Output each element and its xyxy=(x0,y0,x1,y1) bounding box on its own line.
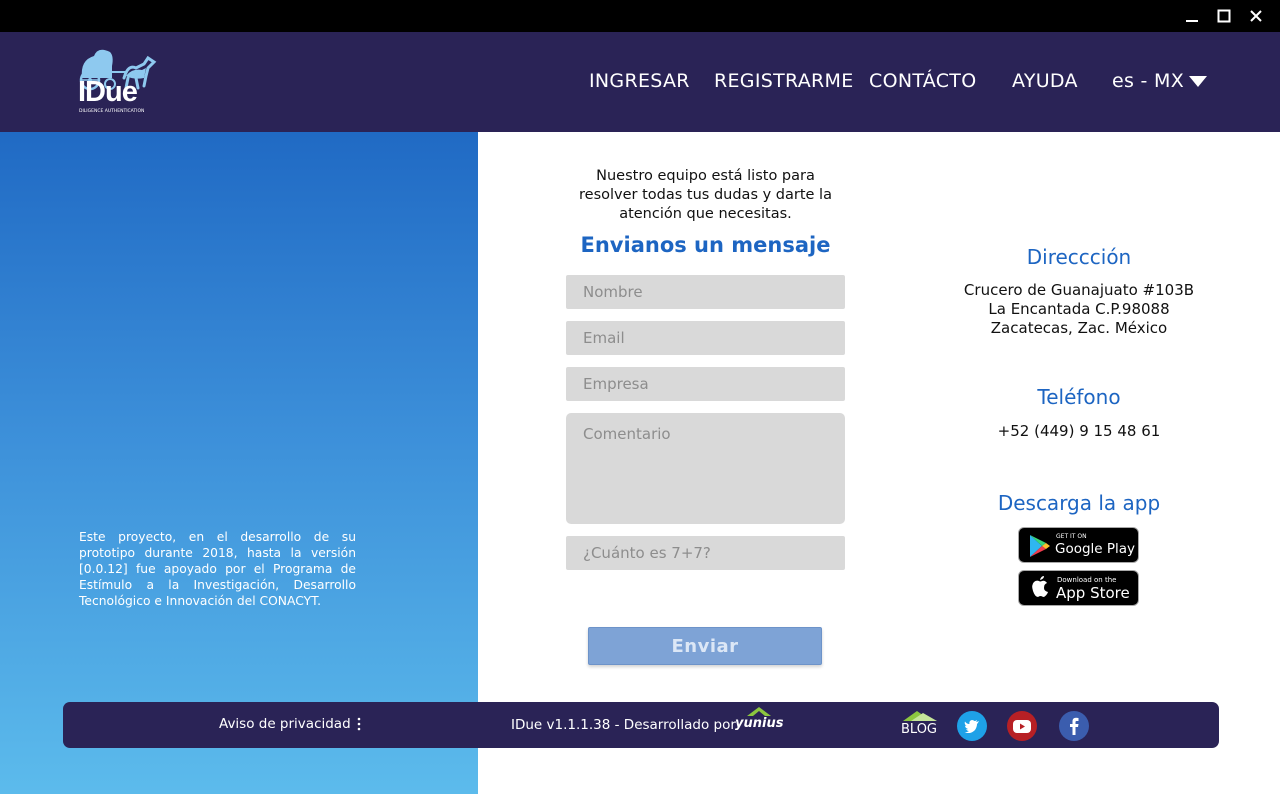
blog-icon xyxy=(903,711,937,721)
google-play-big: Google Play xyxy=(1055,541,1136,557)
blog-link[interactable]: BLOG xyxy=(899,708,941,744)
twitter-icon[interactable] xyxy=(957,711,987,741)
logo-tagline: DILIGENCE AUTHENTICATION xyxy=(79,109,145,114)
app-title: Descarga la app xyxy=(997,491,1161,515)
address-line: La Encantada C.P.98088 xyxy=(988,300,1170,318)
yunius-text: yunius xyxy=(735,716,784,731)
form-title: Envianos un mensaje xyxy=(580,233,831,257)
address-line: Zacatecas, Zac. México xyxy=(990,319,1168,337)
footer-bar: Aviso de privacidad IDue v1.1.1.38 - Des… xyxy=(63,702,1219,748)
app-store-big: App Store xyxy=(1056,584,1130,602)
google-play-badge[interactable]: GET IT ON Google Play xyxy=(1018,527,1139,563)
maximize-icon[interactable] xyxy=(1208,0,1240,32)
nav-contact[interactable]: CONTÁCTO xyxy=(869,70,976,92)
window-titlebar xyxy=(0,0,1280,32)
idue-logo[interactable]: IDue DILIGENCE AUTHENTICATION xyxy=(78,46,158,118)
version-text: IDue v1.1.1.38 - Desarrollado por xyxy=(511,717,736,733)
youtube-icon[interactable] xyxy=(1007,711,1037,741)
address-title: Direccción xyxy=(1026,245,1132,269)
phone-title: Teléfono xyxy=(1037,385,1121,409)
nav-login[interactable]: INGRESAR xyxy=(589,70,690,92)
nav-help[interactable]: AYUDA xyxy=(1012,70,1078,92)
email-input[interactable] xyxy=(566,321,845,355)
captcha-input[interactable] xyxy=(566,536,845,570)
google-play-small: GET IT ON xyxy=(1056,533,1087,540)
minimize-icon[interactable] xyxy=(1176,0,1208,32)
address-line: Crucero de Guanajuato #103B xyxy=(963,281,1195,299)
logo-text: IDue xyxy=(78,76,138,108)
google-play-icon xyxy=(1030,535,1050,557)
nav-register[interactable]: REGISTRARME xyxy=(714,70,854,92)
name-input[interactable] xyxy=(566,275,845,309)
apple-icon xyxy=(1032,576,1048,597)
facebook-icon[interactable] xyxy=(1059,711,1089,741)
address-block: Crucero de Guanajuato #103B La Encantada… xyxy=(938,281,1220,338)
comment-textarea[interactable] xyxy=(566,413,845,524)
caret-down-icon xyxy=(1189,76,1208,87)
privacy-link[interactable]: Aviso de privacidad xyxy=(219,716,362,732)
left-hero-panel: Este proyecto, en el desarrollo de su pr… xyxy=(0,132,478,794)
more-vertical-icon xyxy=(357,717,360,731)
privacy-label: Aviso de privacidad xyxy=(219,716,351,732)
top-navigation-bar: IDue DILIGENCE AUTHENTICATION INGRESAR R… xyxy=(0,32,1280,132)
yunius-logo[interactable]: yunius xyxy=(735,705,783,741)
contact-intro: Nuestro equipo está listo para resolver … xyxy=(579,168,832,222)
phone-number[interactable]: +52 (449) 9 15 48 61 xyxy=(938,422,1220,441)
close-icon[interactable] xyxy=(1240,0,1272,32)
conacyt-notice: Este proyecto, en el desarrollo de su pr… xyxy=(79,530,356,608)
send-button[interactable]: Enviar xyxy=(588,627,822,665)
language-label: es - MX xyxy=(1112,70,1185,92)
app-store-small: Download on the xyxy=(1057,576,1117,584)
blog-label: BLOG xyxy=(901,722,938,737)
app-store-badge[interactable]: Download on the App Store xyxy=(1018,570,1139,606)
language-selector[interactable]: es - MX xyxy=(1112,70,1208,92)
company-input[interactable] xyxy=(566,367,845,401)
